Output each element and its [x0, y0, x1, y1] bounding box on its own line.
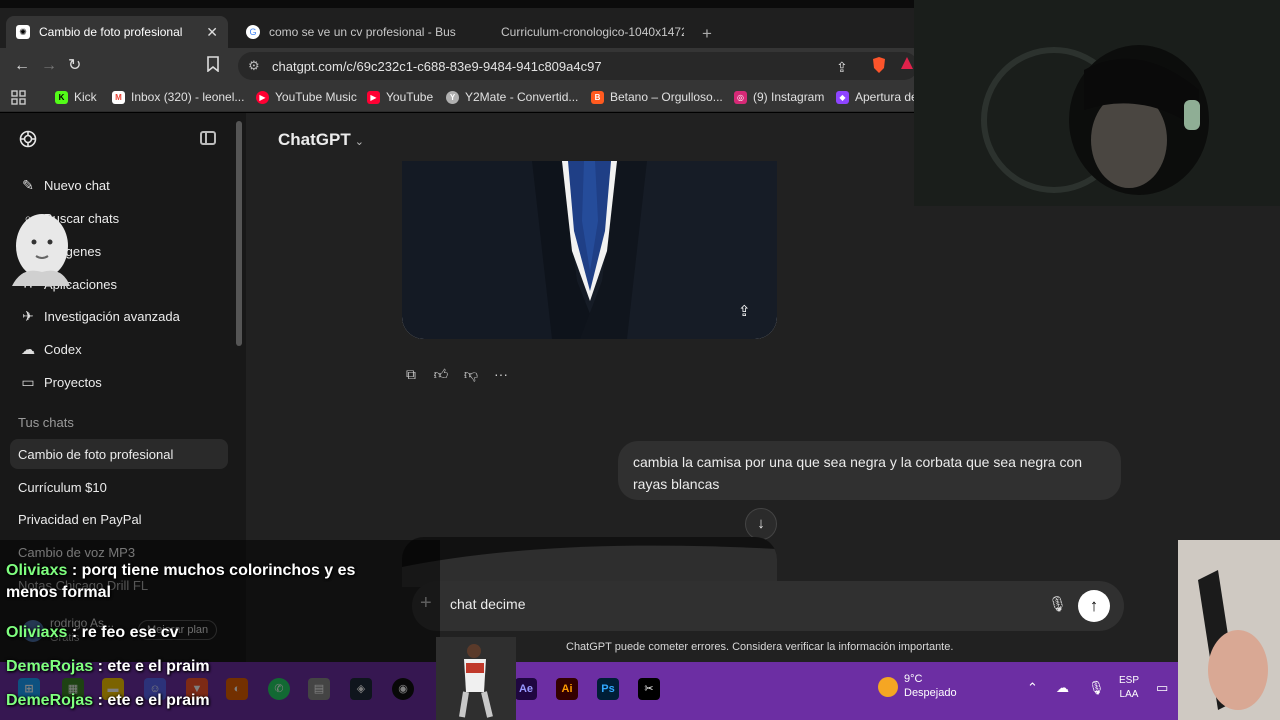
forward-arrow-icon[interactable]: → [41, 56, 57, 76]
capcut-icon[interactable]: ✂ [638, 678, 660, 700]
edit-icon: ✎ [22, 176, 34, 193]
youtube-music-icon: ▶ [256, 90, 269, 104]
model-selector[interactable]: ChatGPT ⌄ [278, 130, 364, 150]
youtube-icon: ▶ [367, 90, 380, 104]
toggle-sidebar-icon[interactable] [200, 131, 216, 145]
bookmark-youtube-music[interactable]: ▶ YouTube Music [256, 90, 357, 104]
gmail-icon: M [112, 90, 125, 104]
chat-item[interactable]: Currículum $10 [10, 472, 228, 502]
secondary-webcam-overlay [1178, 540, 1280, 720]
scroll-down-button[interactable]: ↓ [745, 508, 777, 540]
url-text: chatgpt.com/c/69c232c1-c688-83e9-9484-94… [272, 58, 602, 74]
telescope-icon: ✈ [22, 307, 34, 324]
microphone-tray-icon[interactable]: 🎙︎ [1088, 680, 1105, 696]
thumbs-up-icon[interactable]: 👍︎ [432, 365, 450, 383]
chatgpt-favicon-icon: ✺ [16, 25, 30, 39]
codex-icon: ☁ [21, 340, 35, 357]
tab-title: Curriculum-cronologico-1040x1472.w [501, 25, 684, 39]
bookmark-instagram[interactable]: ◎ (9) Instagram [734, 90, 824, 104]
bookmark-youtube[interactable]: ▶ YouTube [367, 90, 433, 104]
bookmark-gmail[interactable]: M Inbox (320) - leonel... [112, 90, 244, 104]
betano-icon: B [591, 90, 604, 104]
tab-title: Cambio de foto profesional [39, 25, 183, 39]
sidebar-item-investigacion[interactable]: ✈ Investigación avanzada [10, 301, 228, 331]
google-favicon-icon: G [246, 25, 260, 39]
sidebar-item-proyectos[interactable]: ▭ Proyectos [10, 367, 228, 397]
tab-curriculum-image[interactable]: Curriculum-cronologico-1040x1472.w [468, 16, 684, 48]
user-message-bubble: cambia la camisa por una que sea negra y… [618, 441, 1121, 500]
weather-temperature: 9°C [904, 673, 923, 685]
composer-input[interactable]: chat decime [450, 596, 525, 612]
message-actions: ⧉ 👍︎ 👎︎ ··· [402, 365, 510, 383]
instagram-icon: ◎ [734, 90, 747, 104]
kick-icon: K [55, 90, 68, 104]
chat-item-active[interactable]: Cambio de foto profesional [10, 439, 228, 469]
sidebar-item-nuevo-chat[interactable]: ✎ Nuevo chat [10, 170, 228, 200]
bookmark-kick[interactable]: K Kick [55, 90, 97, 104]
openai-logo-icon[interactable] [18, 129, 38, 149]
chat-message: Oliviaxs : re feo ese cv [6, 624, 179, 641]
back-arrow-icon[interactable]: ← [14, 56, 30, 76]
webcam-overlay [914, 0, 1280, 206]
reload-icon[interactable]: ↻ [68, 56, 81, 76]
stream-chat-overlay: Oliviaxs : porq tiene muchos colorinchos… [0, 540, 440, 720]
chevron-up-icon[interactable]: ⌃ [1027, 680, 1038, 696]
thumbs-down-icon[interactable]: 👎︎ [462, 365, 480, 383]
image-favicon-icon [478, 25, 492, 39]
generated-image-loading[interactable] [402, 537, 777, 587]
sidebar-scrollbar[interactable] [236, 121, 242, 346]
apps-grid-icon[interactable] [11, 90, 26, 105]
onedrive-icon[interactable]: ☁ [1056, 680, 1069, 696]
chat-message: Oliviaxs : porq tiene muchos colorinchos… [6, 562, 356, 601]
baby-sticker-overlay [2, 208, 72, 286]
chevron-down-icon: ⌄ [354, 136, 364, 148]
sidebar-item-codex[interactable]: ☁ Codex [10, 334, 228, 364]
tab-title: como se ve un cv profesional - Busca [269, 25, 456, 39]
weather-description: Despejado [904, 687, 957, 699]
disclaimer-text: ChatGPT puede cometer errores. Considera… [566, 641, 954, 653]
bookmark-betano[interactable]: B Betano – Orgulloso... [591, 90, 723, 104]
chats-section-title: Tus chats [18, 415, 74, 430]
weather-moon-icon [878, 677, 898, 697]
microphone-icon[interactable]: 🎙︎ [1048, 595, 1067, 613]
tab-google-search[interactable]: G como se ve un cv profesional - Busca [236, 16, 456, 48]
site-settings-icon[interactable]: ⚙ [248, 58, 260, 74]
photoshop-icon[interactable]: Ps [597, 678, 619, 700]
copy-icon[interactable]: ⧉ [402, 365, 420, 383]
brave-shield-icon[interactable] [871, 56, 887, 80]
brave-rewards-icon[interactable] [900, 56, 914, 76]
apertura-icon: ◆ [836, 90, 849, 104]
new-tab-button[interactable]: + [702, 25, 712, 42]
more-options-icon[interactable]: ··· [492, 365, 510, 383]
chat-message: DemeRojas : ete e el praim [6, 692, 210, 709]
generated-image-suit[interactable] [402, 161, 777, 339]
folder-icon: ▭ [21, 373, 35, 390]
share-image-icon[interactable]: ⇪ [738, 302, 751, 320]
notifications-icon[interactable]: ▭ [1156, 680, 1168, 696]
language-indicator[interactable]: ESP LAA [1119, 674, 1139, 702]
chat-item[interactable]: Privacidad en PayPal [10, 504, 228, 534]
dancing-gif-overlay [436, 637, 516, 720]
bookmark-icon[interactable] [207, 56, 219, 78]
share-page-icon[interactable]: ⇪ [836, 57, 848, 77]
illustrator-icon[interactable]: Ai [556, 678, 578, 700]
bookmark-apertura[interactable]: ◆ Apertura de [836, 90, 918, 104]
y2mate-icon: Y [446, 90, 459, 104]
send-button[interactable]: ↑ [1078, 590, 1110, 622]
message-composer[interactable]: + chat decime 🎙︎ ↑ [412, 581, 1124, 631]
bookmark-y2mate[interactable]: Y Y2Mate - Convertid... [446, 90, 578, 104]
after-effects-icon[interactable]: Ae [515, 678, 537, 700]
chat-message: DemeRojas : ete e el praim [6, 658, 210, 675]
address-bar[interactable]: ⚙ chatgpt.com/c/69c232c1-c688-83e9-9484-… [238, 52, 918, 80]
close-tab-icon[interactable]: ✕ [198, 24, 218, 41]
tab-cambio-de-foto[interactable]: ✺ Cambio de foto profesional ✕ [6, 16, 228, 48]
